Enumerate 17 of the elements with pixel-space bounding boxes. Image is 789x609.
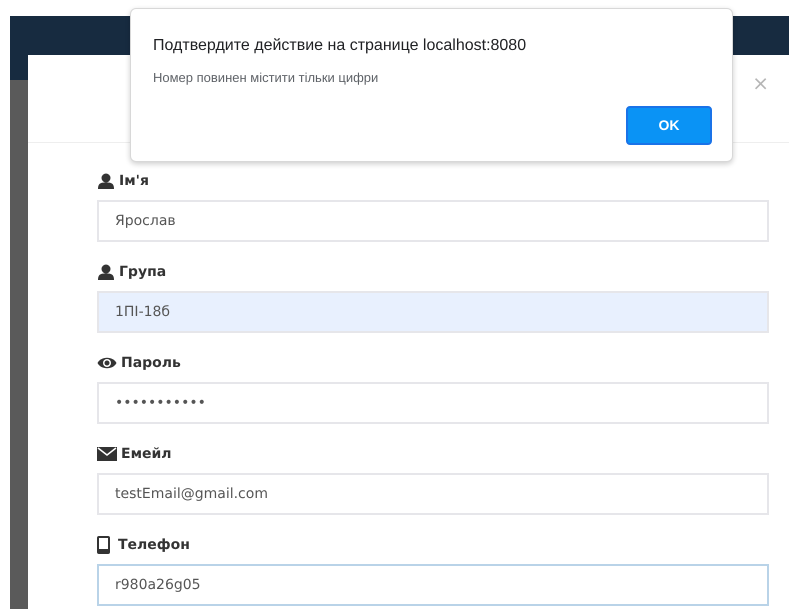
person-icon [97, 173, 115, 189]
field-label: Група [119, 262, 166, 282]
person-icon [97, 264, 115, 280]
text-field[interactable]: ••••••••••• [97, 382, 769, 424]
text-field[interactable]: testEmail@gmail.com [97, 473, 769, 515]
eye-icon [97, 356, 117, 370]
text-field[interactable]: Ярослав [97, 200, 769, 242]
text-field[interactable]: 1ПІ-18б [97, 291, 769, 333]
envelope-icon [97, 447, 117, 461]
dialog-message: Номер повинен містити тільки цифри [153, 69, 380, 87]
mobile-phone-icon [97, 536, 110, 554]
text-field[interactable]: r980a26g05 [97, 564, 769, 606]
field-label: Ім'я [119, 172, 149, 190]
field-label: Пароль [121, 354, 181, 372]
field-label: Телефон [118, 536, 190, 554]
dialog-title: Подтвердите действие на странице localhost:8080 [153, 36, 528, 56]
field-label: Емейл [121, 444, 172, 464]
